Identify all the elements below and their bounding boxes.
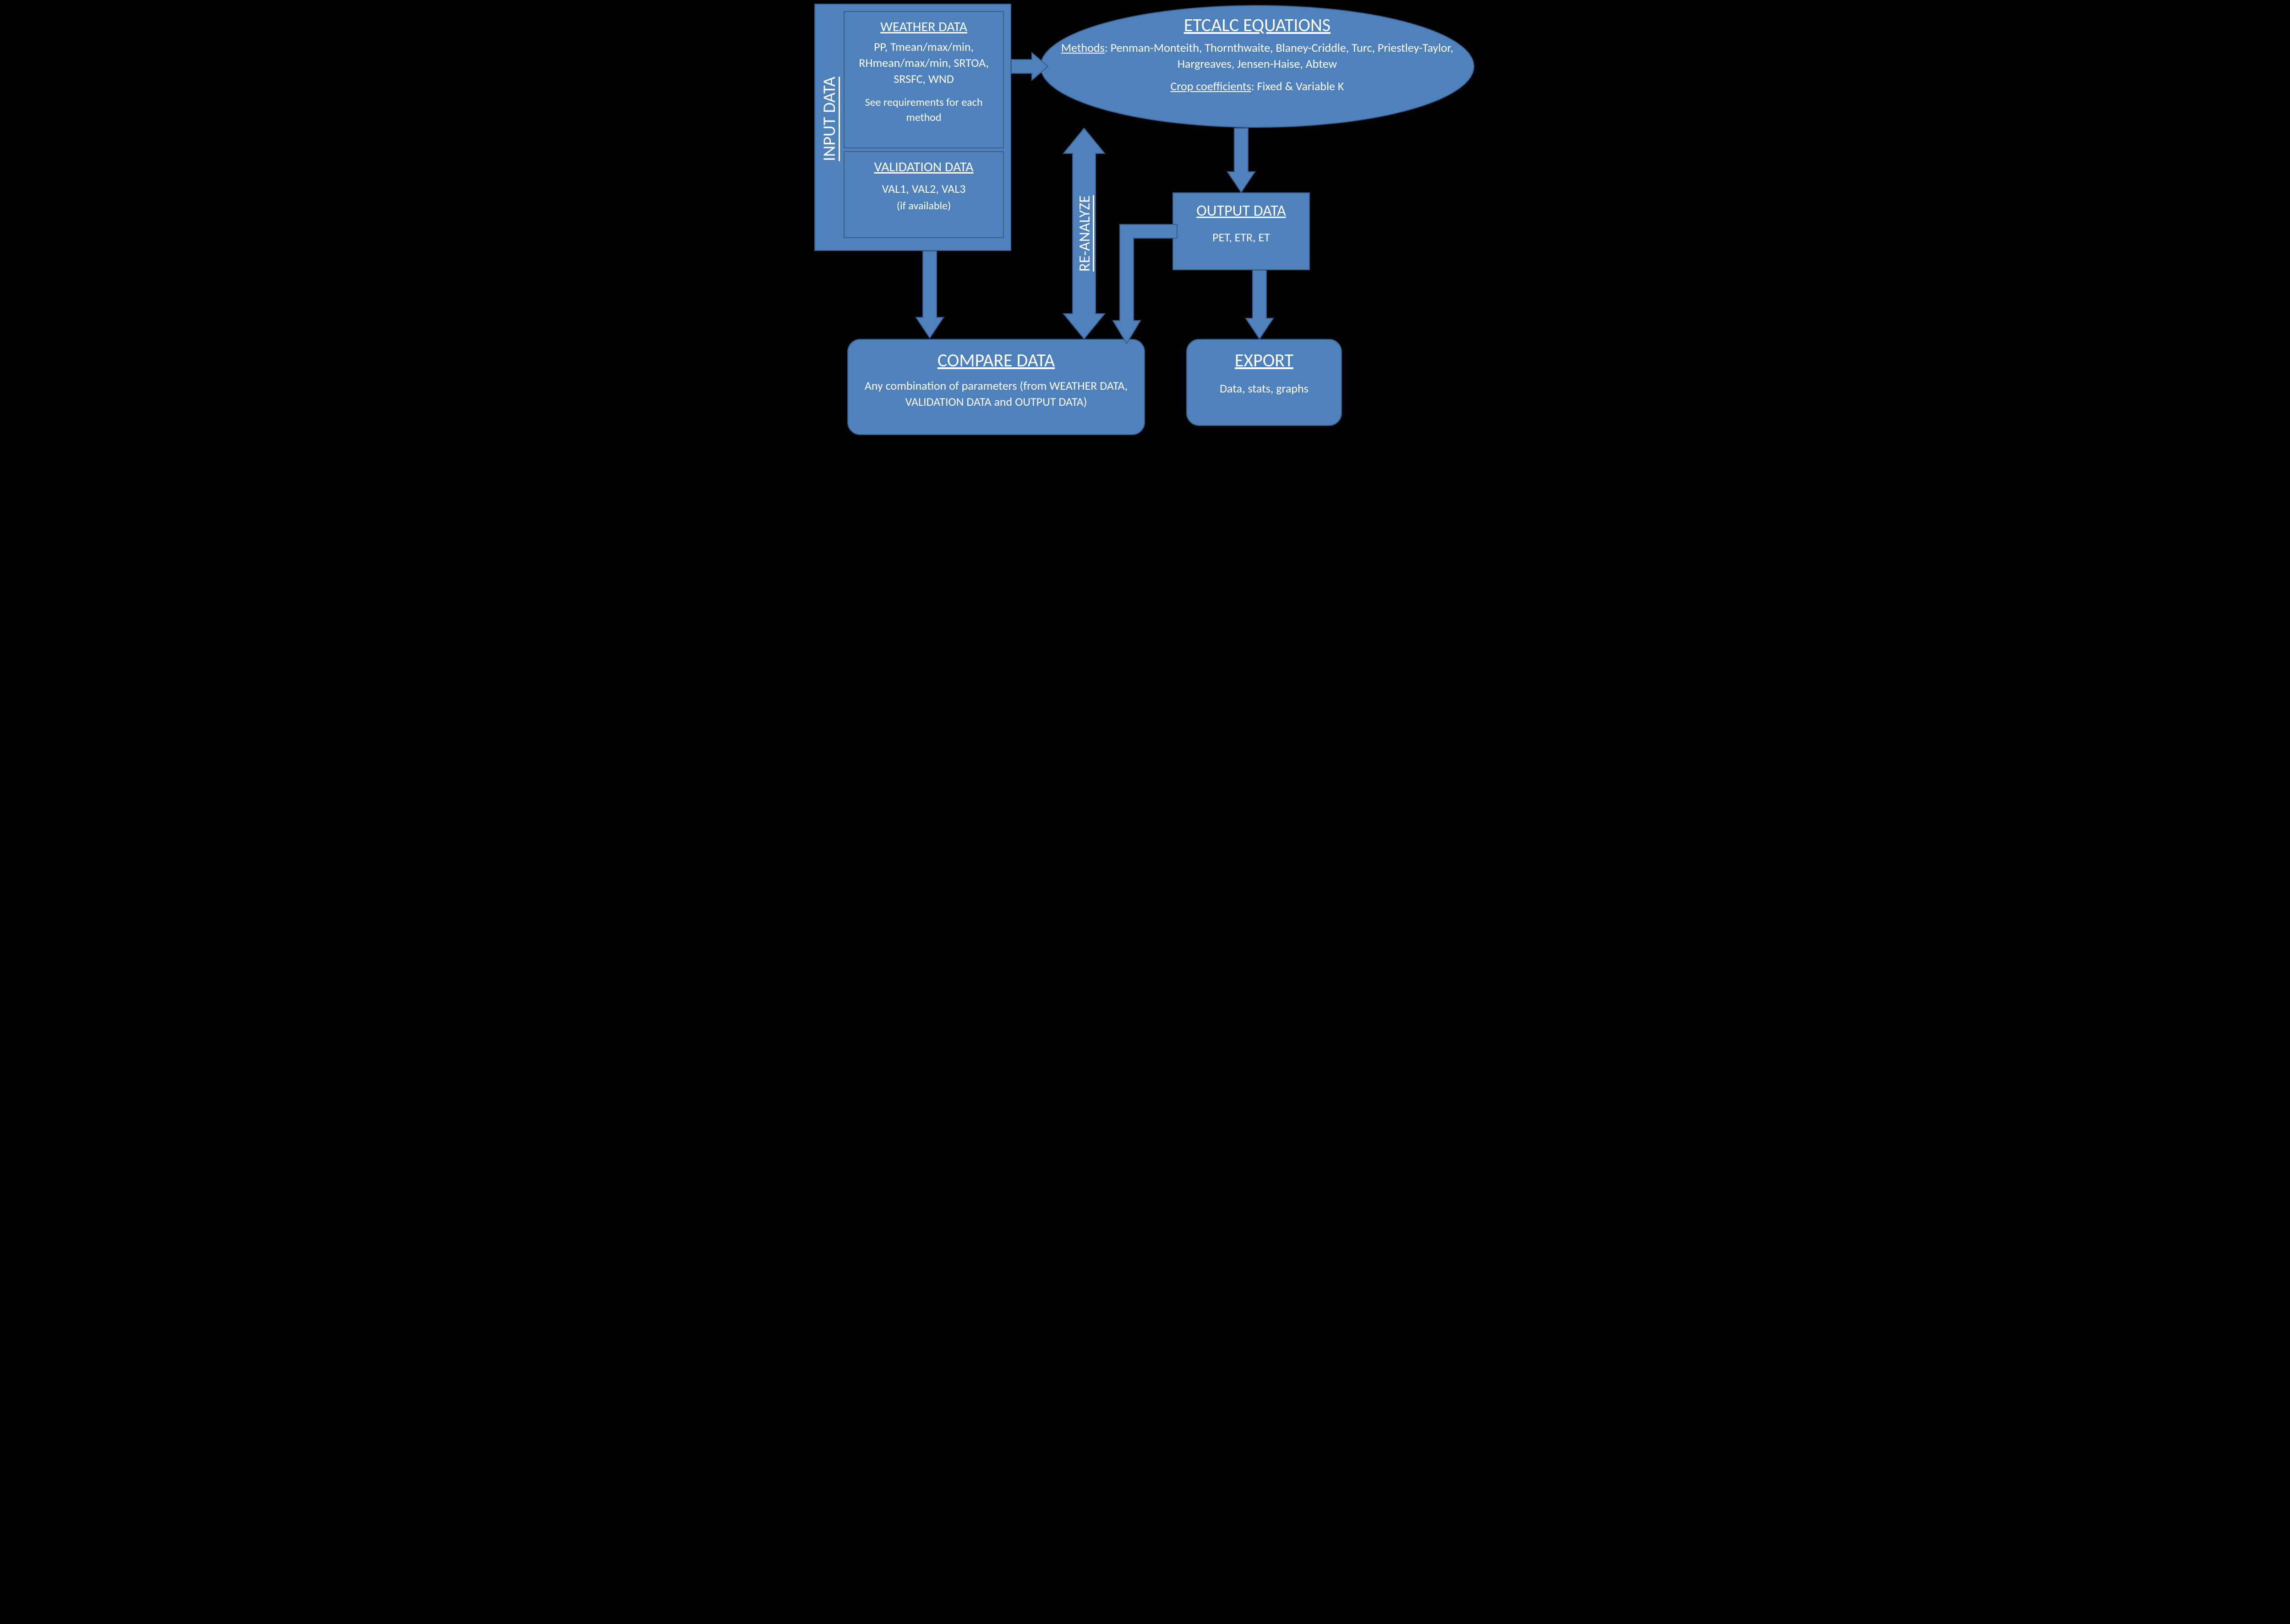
weather-data-box: WEATHER DATA PP, Tmean/max/min, RHmean/m…	[844, 11, 1004, 148]
export-box: EXPORT Data, stats, graphs	[1186, 339, 1342, 426]
coef-label: Crop coefficients	[1171, 79, 1251, 93]
input-data-label: INPUT DATA	[819, 55, 840, 183]
export-title: EXPORT	[1196, 349, 1332, 371]
reanalyze-label: RE-ANALYZE	[1075, 169, 1094, 298]
equations-title: ETCALC EQUATIONS	[1058, 14, 1456, 36]
compare-title: COMPARE DATA	[862, 349, 1130, 371]
arrow-input-to-compare	[916, 251, 943, 338]
arrow-weather-to-equations	[1011, 53, 1048, 80]
validation-title: VALIDATION DATA	[850, 158, 998, 175]
arrow-output-to-export	[1246, 270, 1273, 339]
validation-body: VAL1, VAL2, VAL3	[850, 181, 998, 197]
output-data-box: OUTPUT DATA PET, ETR, ET	[1172, 192, 1310, 270]
output-title: OUTPUT DATA	[1182, 202, 1301, 220]
validation-note: (if available)	[850, 199, 998, 213]
methods-list: : Penman-Monteith, Thornthwaite, Blaney-…	[1105, 40, 1453, 71]
equations-coef: Crop coefficients: Fixed & Variable K	[1058, 78, 1456, 94]
arrow-output-to-compare	[1108, 224, 1177, 343]
output-body: PET, ETR, ET	[1182, 229, 1301, 245]
compare-body: Any combination of parameters (from WEAT…	[862, 378, 1130, 410]
diagram-canvas: WEATHER DATA PP, Tmean/max/min, RHmean/m…	[811, 0, 1479, 440]
validation-data-box: VALIDATION DATA VAL1, VAL2, VAL3 (if ava…	[844, 151, 1004, 238]
compare-data-box: COMPARE DATA Any combination of paramete…	[847, 339, 1145, 435]
arrow-equations-to-output	[1227, 128, 1255, 192]
weather-title: WEATHER DATA	[850, 18, 998, 35]
methods-label: Methods	[1061, 40, 1105, 55]
equations-box: ETCALC EQUATIONS Methods: Penman-Monteit…	[1058, 14, 1456, 94]
equations-methods: Methods: Penman-Monteith, Thornthwaite, …	[1058, 40, 1456, 72]
weather-body: PP, Tmean/max/min, RHmean/max/min, SRTOA…	[850, 39, 998, 87]
weather-note: See requirements for each method	[850, 95, 998, 125]
export-body: Data, stats, graphs	[1196, 381, 1332, 397]
input-data-box: WEATHER DATA PP, Tmean/max/min, RHmean/m…	[814, 4, 1011, 251]
coef-text: : Fixed & Variable K	[1251, 79, 1344, 93]
